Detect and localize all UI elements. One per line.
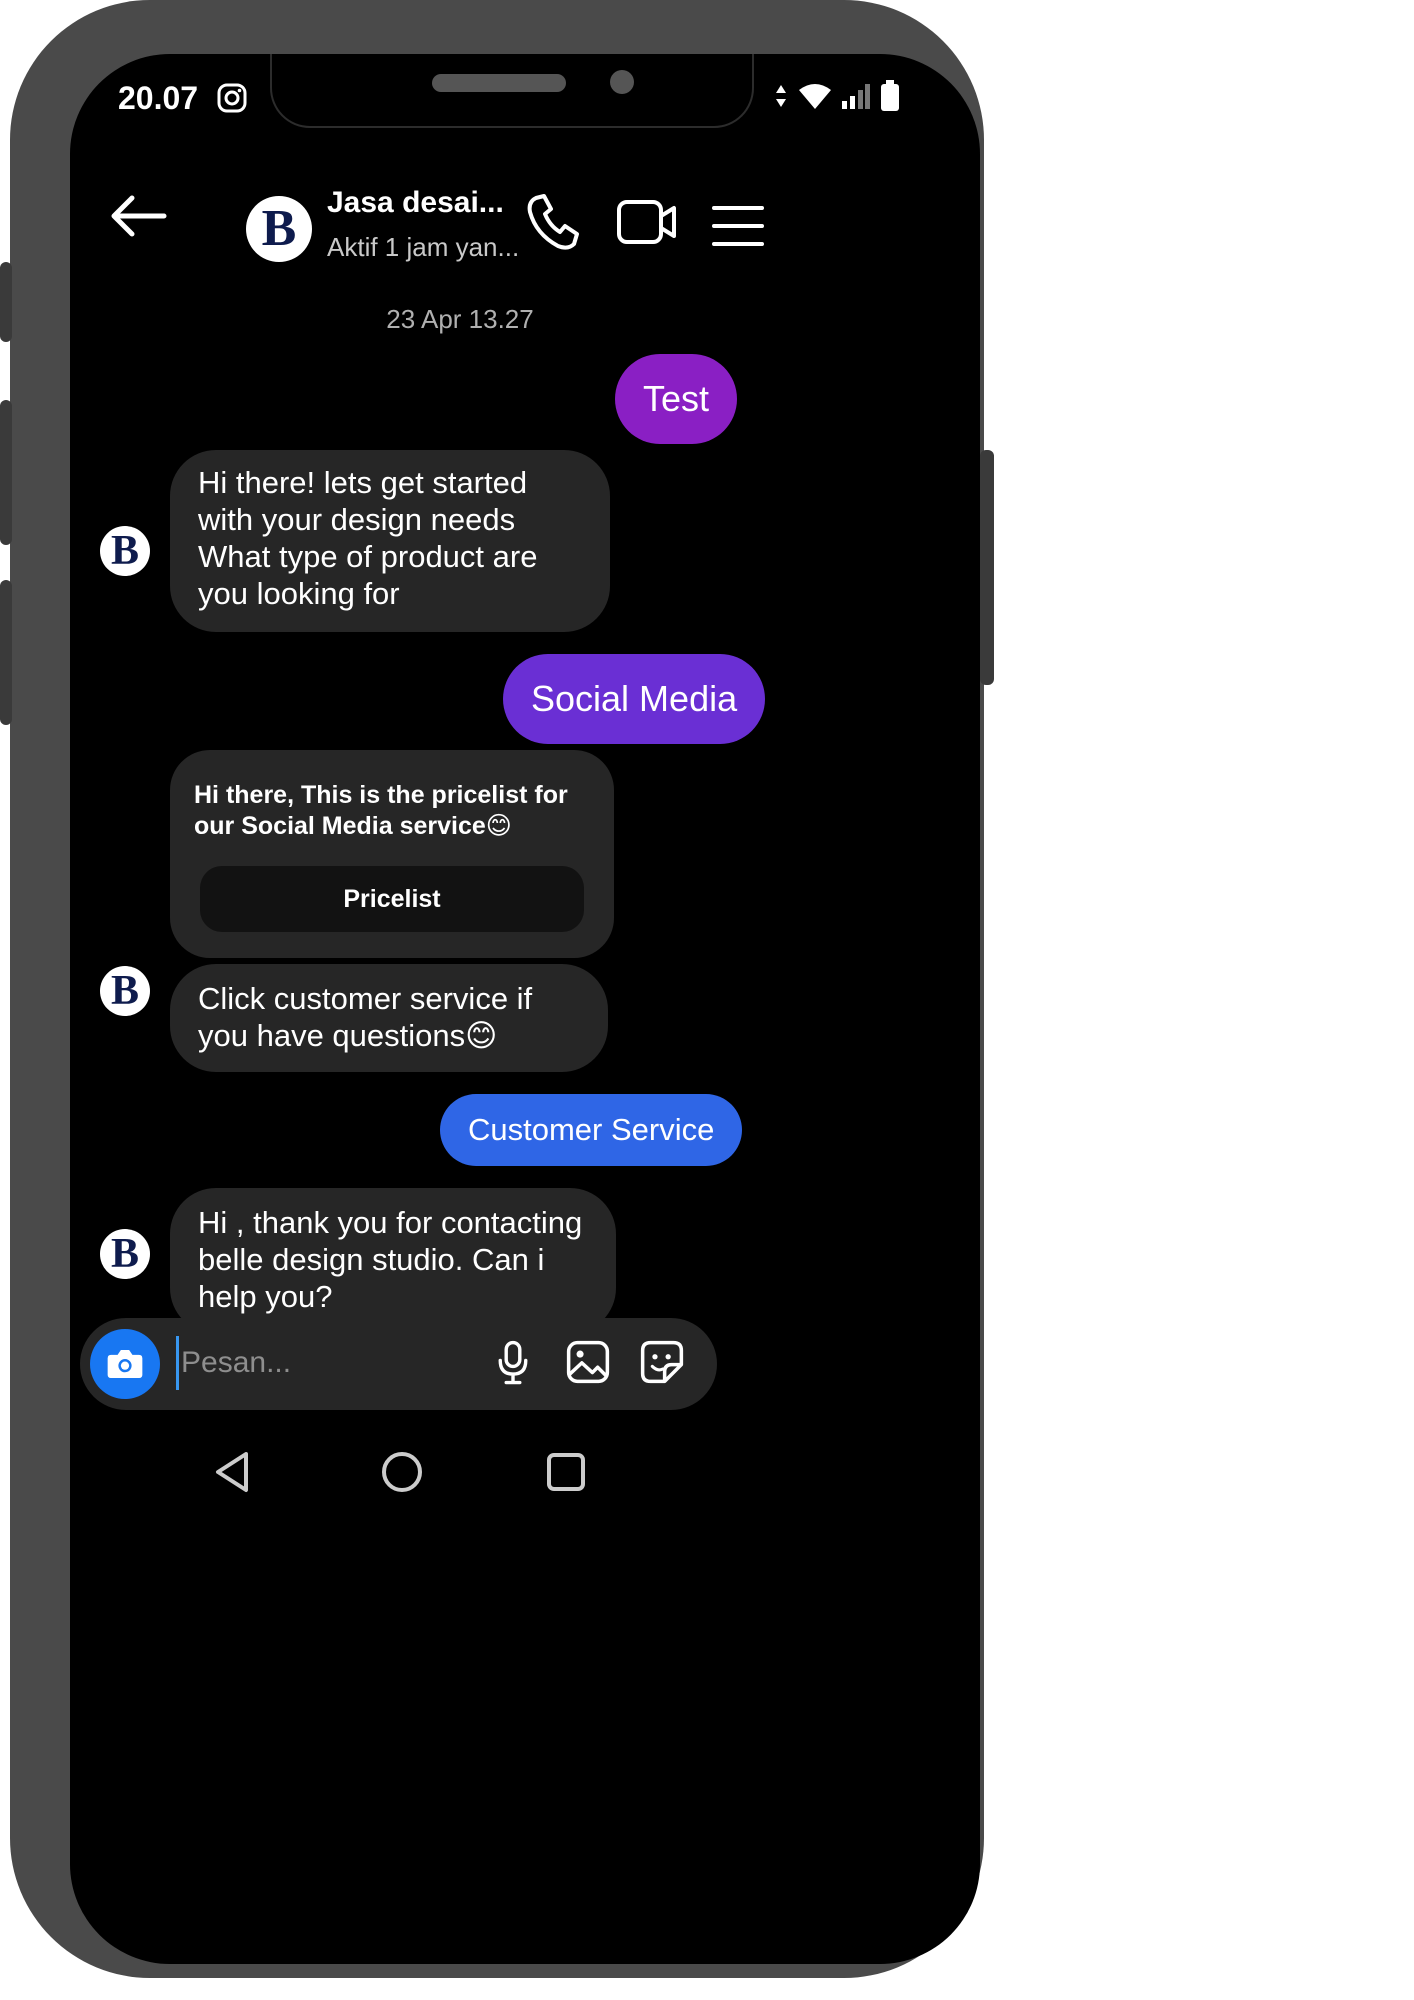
camera-icon	[107, 1349, 143, 1379]
message-incoming: Click customer service if you have quest…	[170, 964, 608, 1072]
message-timestamp: 23 Apr 13.27	[386, 304, 534, 334]
phone-call-icon[interactable]	[524, 192, 580, 257]
front-camera	[610, 70, 634, 94]
status-time: 20.07	[118, 80, 199, 116]
side-button	[0, 262, 12, 342]
data-arrows-icon	[776, 85, 786, 107]
pricelist-card: Hi there, This is the pricelist for our …	[170, 750, 614, 958]
message-composer	[80, 1318, 717, 1410]
microphone-icon[interactable]	[496, 1340, 530, 1391]
sticker-icon[interactable]	[640, 1340, 684, 1389]
message-outgoing: Customer Service	[440, 1094, 743, 1166]
sender-avatar: B	[100, 526, 150, 576]
message-incoming: Hi there! lets get started with your des…	[170, 450, 610, 632]
contact-name[interactable]: Jasa desai...	[327, 186, 504, 220]
message-input[interactable]	[176, 1336, 443, 1390]
contact-avatar[interactable]: B	[246, 196, 312, 262]
card-title: Hi there, This is the pricelist for our …	[194, 781, 568, 840]
message-text: Hi , thank you for contacting belle desi…	[198, 1205, 583, 1314]
video-call-icon[interactable]	[616, 192, 678, 257]
power-button	[980, 450, 994, 685]
instagram-icon	[216, 82, 248, 119]
nav-recents-icon[interactable]	[546, 1452, 586, 1497]
battery-icon	[881, 80, 899, 111]
camera-button[interactable]	[90, 1329, 160, 1399]
wifi-icon	[799, 84, 831, 109]
menu-icon[interactable]	[712, 204, 764, 253]
signal-icon	[842, 84, 870, 109]
message-text: Test	[643, 378, 710, 419]
phone-frame: 20.07 B Jasa desai... Aktif 1 jam yan...…	[0, 0, 994, 1978]
speaker	[432, 74, 566, 92]
volume-down-button	[0, 580, 12, 725]
message-text: Click customer service if you have quest…	[198, 981, 533, 1053]
message-outgoing: Test	[615, 354, 738, 444]
message-incoming: Hi , thank you for contacting belle desi…	[170, 1188, 616, 1334]
pricelist-button[interactable]: Pricelist	[200, 866, 584, 932]
message-text: Customer Service	[468, 1112, 715, 1147]
sender-avatar: B	[100, 966, 150, 1016]
gallery-icon[interactable]	[566, 1340, 610, 1389]
message-outgoing: Social Media	[503, 654, 766, 744]
message-text: Hi there! lets get started with your des…	[198, 465, 538, 611]
status-icons	[774, 80, 900, 112]
back-arrow-icon[interactable]	[108, 194, 168, 243]
volume-up-button	[0, 400, 12, 545]
message-text: Social Media	[531, 678, 738, 719]
contact-status: Aktif 1 jam yan...	[327, 232, 520, 262]
nav-back-icon[interactable]	[212, 1450, 252, 1499]
nav-home-icon[interactable]	[380, 1450, 424, 1499]
sender-avatar: B	[100, 1229, 150, 1279]
screen: 20.07 B Jasa desai... Aktif 1 jam yan...…	[70, 54, 980, 1964]
notch	[270, 54, 754, 128]
